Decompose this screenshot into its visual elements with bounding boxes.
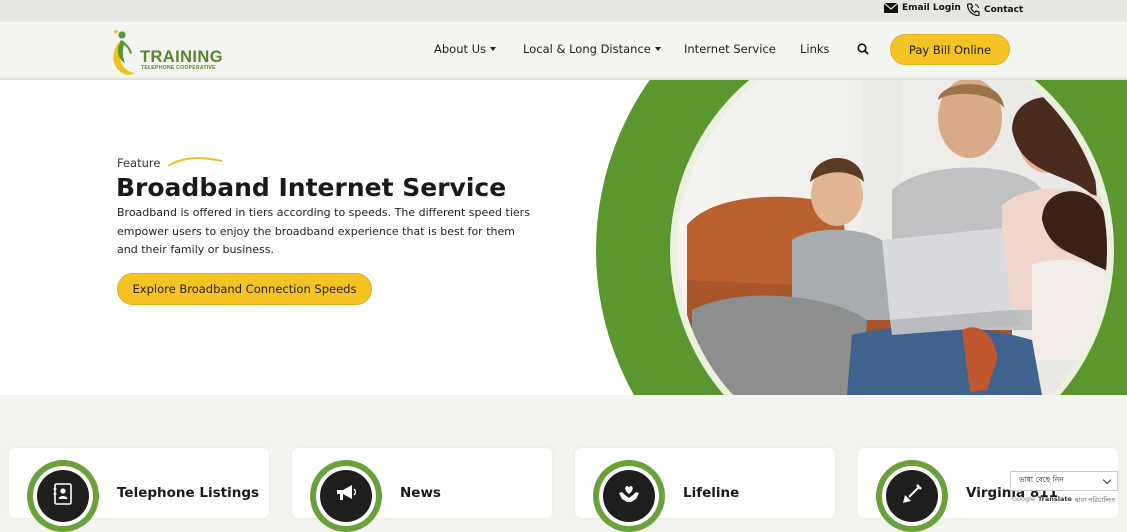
contact-book-icon: [53, 483, 72, 505]
search-icon: [857, 43, 869, 55]
translate-attribution: Google Translate দ্বারা পরিচালিত: [1012, 495, 1115, 506]
megaphone-icon: [337, 485, 357, 500]
nav-local-long-distance[interactable]: Local & Long Distance: [523, 42, 661, 56]
caret-down-icon: [654, 47, 661, 51]
card-icon-ring: [593, 460, 665, 532]
card-icon-ring: [876, 460, 948, 532]
logo-tagline: TELEPHONE COOPERATIVE: [141, 65, 216, 71]
contact-link[interactable]: Contact: [967, 3, 1023, 16]
hero-title: Broadband Internet Service: [116, 173, 507, 202]
phone-icon: [967, 3, 980, 16]
card-news[interactable]: News: [292, 448, 552, 532]
site-logo[interactable]: TRAINING TELEPHONE COOPERATIVE: [108, 26, 233, 76]
hero-description: Broadband is offered in tiers according …: [117, 206, 530, 256]
language-select-value: ভাষা বেছে নিন: [1019, 475, 1064, 484]
card-title: News: [400, 485, 441, 501]
nav-links[interactable]: Links: [800, 42, 830, 56]
email-login-label: Email Login: [902, 3, 961, 13]
main-navigation: TRAINING TELEPHONE COOPERATIVE About Us …: [0, 22, 1127, 80]
google-wordmark: Google: [1012, 495, 1035, 503]
nav-about-us[interactable]: About Us: [434, 42, 497, 56]
card-lifeline[interactable]: Lifeline: [575, 448, 835, 532]
nav-local-long-distance-label: Local & Long Distance: [523, 42, 651, 56]
pay-bill-button[interactable]: Pay Bill Online: [890, 34, 1010, 65]
nav-internet-service-label: Internet Service: [684, 42, 776, 56]
hero-eyebrow: Feature: [117, 156, 161, 170]
contact-label: Contact: [984, 4, 1024, 15]
nav-about-us-label: About Us: [434, 42, 487, 56]
google-translate-widget: ভাষা বেছে নিন Google Translate দ্বারা পর…: [1010, 471, 1118, 506]
card-title: Telephone Listings: [117, 485, 260, 501]
email-login-link[interactable]: Email Login: [884, 3, 961, 13]
caret-down-icon: [490, 47, 497, 51]
card-title: Lifeline: [683, 485, 740, 501]
envelope-icon: [884, 3, 898, 13]
heart-hands-icon: [619, 486, 639, 502]
powered-by-suffix: দ্বারা পরিচালিত: [1074, 496, 1115, 504]
card-telephone-listings[interactable]: Telephone Listings: [9, 448, 269, 532]
hero-section: Feature Broadband Internet Service Broad…: [0, 80, 1127, 395]
translate-link[interactable]: Translate: [1038, 495, 1072, 506]
card-icon-ring: [27, 460, 99, 532]
utility-bar: Email Login Contact: [0, 0, 1127, 22]
eyebrow-swoosh-icon: [167, 157, 223, 167]
nav-internet-service[interactable]: Internet Service: [684, 42, 776, 56]
explore-speeds-button[interactable]: Explore Broadband Connection Speeds: [117, 273, 372, 305]
search-button[interactable]: [857, 43, 869, 55]
nav-links-label: Links: [800, 42, 830, 56]
hero-family-image: [596, 80, 1127, 395]
chevron-down-icon: [1102, 475, 1112, 485]
card-icon-ring: [310, 460, 382, 532]
language-select[interactable]: ভাষা বেছে নিন: [1010, 471, 1118, 491]
logo-figure-icon: [113, 29, 135, 75]
shovel-icon: [903, 484, 922, 503]
